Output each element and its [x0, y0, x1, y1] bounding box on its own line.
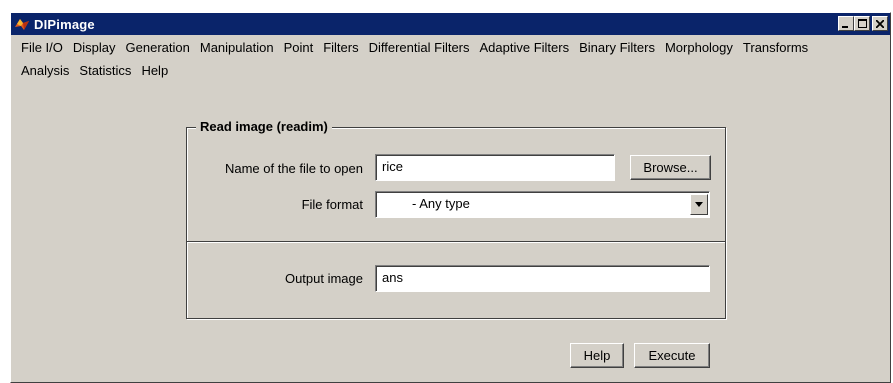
title-bar[interactable]: DIPimage	[11, 13, 890, 35]
menu-analysis[interactable]: Analysis	[19, 60, 76, 83]
menu-binary-filters[interactable]: Binary Filters	[577, 37, 662, 60]
menu-differential-filters[interactable]: Differential Filters	[367, 37, 477, 60]
group-title: Read image (readim)	[196, 119, 332, 134]
menu-point[interactable]: Point	[282, 37, 321, 60]
file-format-value: - Any type	[412, 196, 470, 211]
menu-help[interactable]: Help	[139, 60, 175, 83]
minimize-icon[interactable]	[838, 16, 854, 31]
menu-manipulation[interactable]: Manipulation	[198, 37, 281, 60]
menu-morphology[interactable]: Morphology	[663, 37, 740, 60]
group-divider	[187, 241, 725, 243]
close-icon[interactable]	[872, 16, 888, 31]
window-controls	[838, 16, 888, 31]
menu-filters[interactable]: Filters	[321, 37, 365, 60]
window-title: DIPimage	[34, 16, 95, 32]
output-image-input[interactable]: ans	[375, 265, 710, 292]
menu-adaptive-filters[interactable]: Adaptive Filters	[478, 37, 577, 60]
menu-bar: File I/O Display Generation Manipulation…	[11, 37, 890, 83]
menu-file-io[interactable]: File I/O	[19, 37, 70, 60]
matlab-logo-icon	[15, 19, 29, 30]
menu-transforms[interactable]: Transforms	[741, 37, 815, 60]
menu-generation[interactable]: Generation	[124, 37, 197, 60]
dipimage-window: DIPimage File I/O Display Generation Man…	[10, 12, 891, 383]
chevron-down-icon[interactable]	[690, 194, 708, 215]
output-image-label: Output image	[284, 271, 363, 286]
menu-statistics[interactable]: Statistics	[77, 60, 138, 83]
help-button[interactable]: Help	[570, 343, 624, 368]
execute-button[interactable]: Execute	[634, 343, 710, 368]
file-format-select[interactable]: - Any type	[375, 191, 710, 218]
browse-button[interactable]: Browse...	[630, 155, 711, 180]
filename-input[interactable]: rice	[375, 154, 615, 181]
file-format-label: File format	[301, 197, 363, 212]
menu-display[interactable]: Display	[71, 37, 123, 60]
filename-label: Name of the file to open	[224, 161, 363, 176]
maximize-icon[interactable]	[854, 16, 870, 31]
